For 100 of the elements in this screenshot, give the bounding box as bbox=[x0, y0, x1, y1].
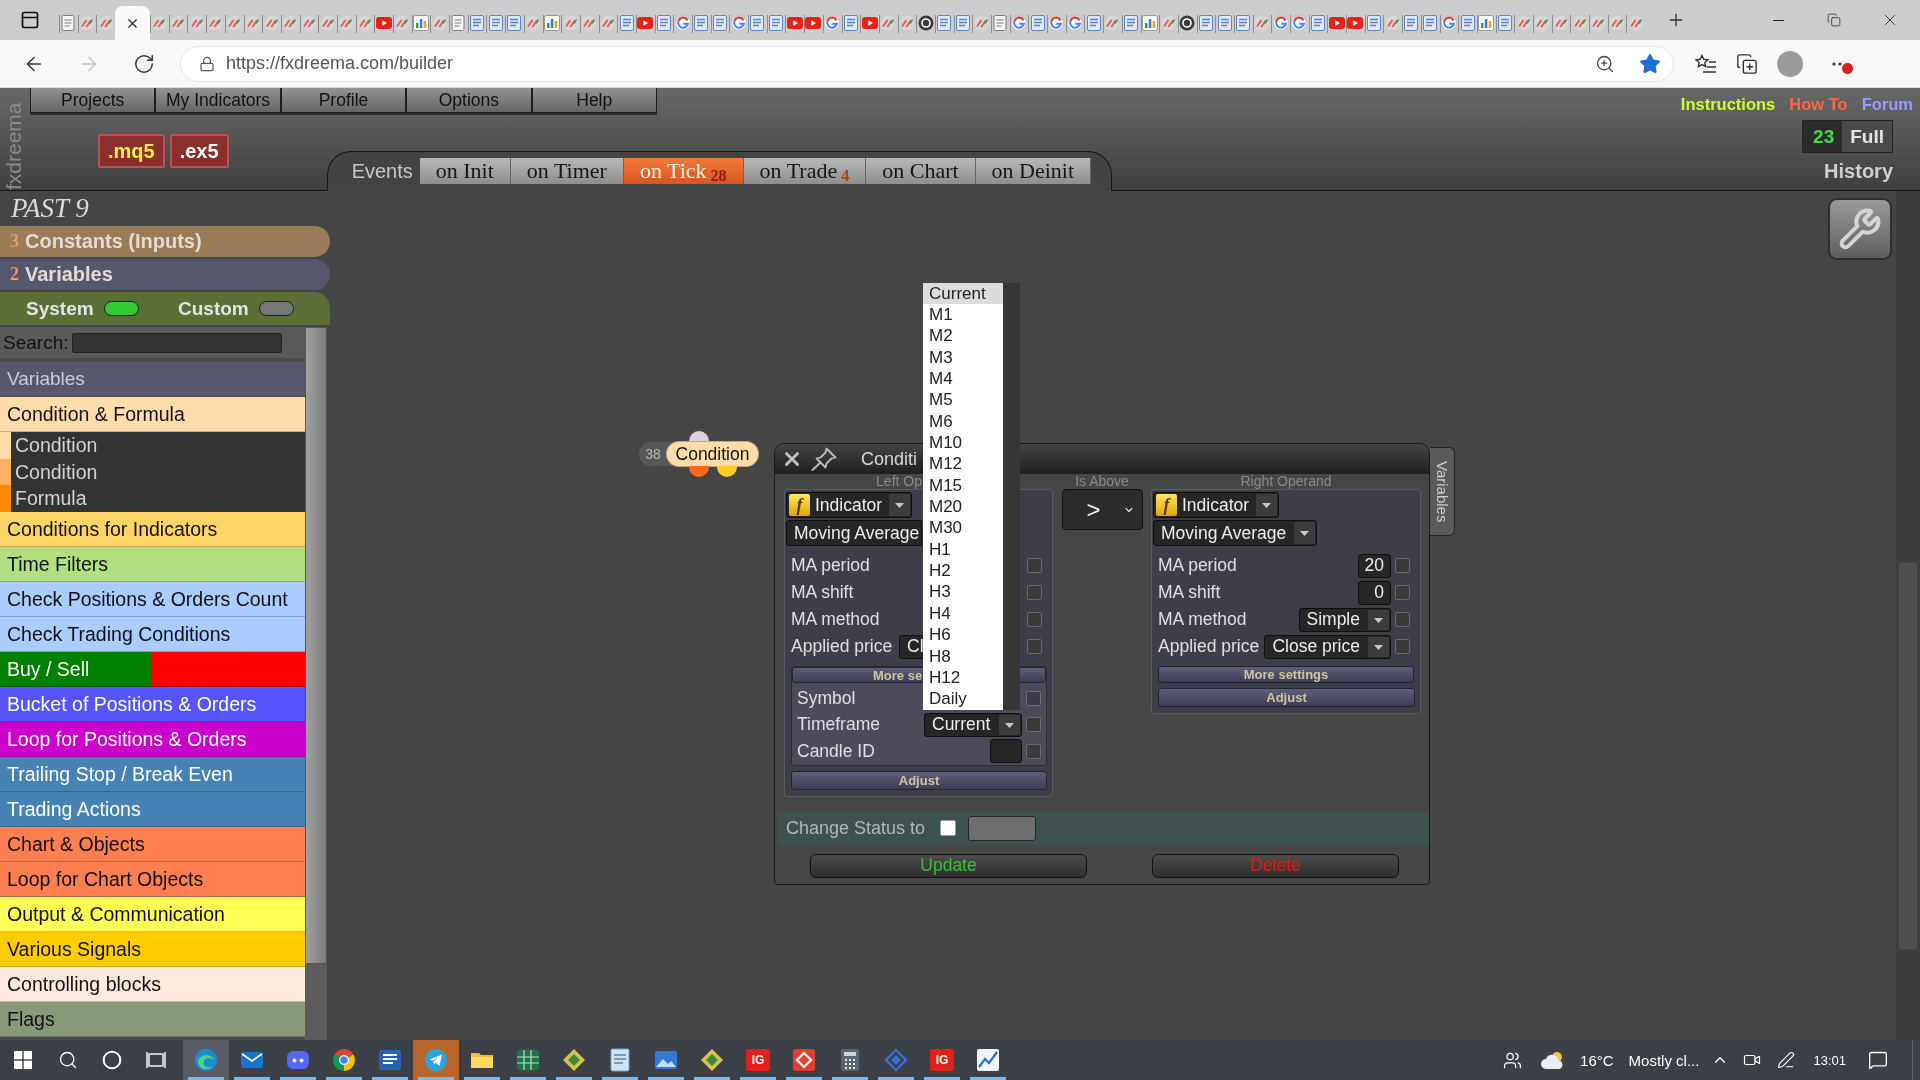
adjust-button[interactable]: Adjust bbox=[791, 770, 1047, 790]
subcategory-item[interactable]: Condition bbox=[0, 432, 305, 459]
menu-button[interactable]: Help bbox=[531, 88, 657, 113]
export-button[interactable]: .ex5 bbox=[169, 134, 229, 168]
timeframe-select[interactable]: Current bbox=[924, 712, 1022, 737]
menu-button[interactable]: Profile bbox=[280, 88, 407, 113]
striped-circle-icon bbox=[170, 15, 187, 31]
category-item[interactable]: Time Filters bbox=[0, 547, 305, 583]
caret-icon[interactable] bbox=[1367, 608, 1390, 631]
chart-icon bbox=[1141, 15, 1158, 31]
checkbox[interactable] bbox=[1395, 558, 1410, 573]
star-icon[interactable] bbox=[1639, 52, 1661, 75]
checkbox[interactable] bbox=[1027, 585, 1042, 600]
category-item[interactable]: Chart & Objects bbox=[0, 827, 305, 863]
category-item[interactable]: Conditions for Indicators bbox=[0, 512, 305, 548]
event-tab[interactable]: on Timer bbox=[510, 158, 624, 184]
pin-button[interactable] bbox=[811, 447, 837, 471]
category-item[interactable]: Trailing Stop / Break Even bbox=[0, 757, 305, 793]
category-item[interactable]: Buy / Sell bbox=[0, 652, 305, 688]
ring-icon bbox=[674, 15, 691, 31]
checkbox[interactable] bbox=[940, 820, 956, 836]
profile-button[interactable] bbox=[1777, 50, 1803, 77]
status-field[interactable] bbox=[968, 815, 1036, 841]
event-tab[interactable]: on Chart bbox=[866, 158, 976, 184]
subcategory-item[interactable]: Condition bbox=[0, 458, 305, 486]
checkbox[interactable] bbox=[1026, 743, 1041, 759]
favorites-button[interactable] bbox=[1695, 53, 1717, 74]
checkbox[interactable] bbox=[1395, 639, 1410, 654]
checkbox[interactable] bbox=[1027, 639, 1042, 654]
full-button[interactable]: Full bbox=[1842, 121, 1892, 152]
menu-button[interactable]: Options bbox=[406, 88, 532, 113]
param-field[interactable]: 0 bbox=[1358, 580, 1391, 605]
category-item[interactable]: Various Signals bbox=[0, 932, 305, 968]
param-field[interactable] bbox=[990, 739, 1022, 764]
category-item[interactable]: Controlling blocks bbox=[0, 967, 305, 1003]
menu-button[interactable]: My Indicators bbox=[155, 88, 281, 113]
caret-icon[interactable] bbox=[1293, 521, 1317, 545]
update-button[interactable]: Update bbox=[810, 853, 1087, 878]
chart-icon bbox=[543, 15, 560, 31]
striped-circle-icon bbox=[973, 15, 990, 31]
address-bar[interactable]: https://fxdreema.com/builder bbox=[180, 45, 1674, 82]
striped-circle-icon bbox=[525, 15, 542, 31]
menu-button[interactable]: Projects bbox=[30, 88, 156, 113]
param-field[interactable]: 20 bbox=[1357, 553, 1391, 578]
collections-button[interactable] bbox=[1736, 52, 1758, 75]
checkbox[interactable] bbox=[1027, 558, 1042, 573]
zoom-icon[interactable] bbox=[1595, 53, 1615, 74]
gem-icon bbox=[884, 1048, 908, 1072]
checkbox[interactable] bbox=[1395, 612, 1410, 627]
category-item[interactable]: Condition & Formula bbox=[0, 397, 305, 432]
category-item[interactable]: Output & Communication bbox=[0, 897, 305, 933]
taskbar-app[interactable]: IG bbox=[919, 1040, 965, 1080]
source-select[interactable]: f Indicator bbox=[1153, 492, 1280, 518]
category-item[interactable]: Trading Actions bbox=[0, 792, 305, 828]
caret-icon[interactable] bbox=[998, 713, 1021, 736]
toggle-switch[interactable] bbox=[103, 301, 139, 316]
history-link[interactable]: History bbox=[1824, 160, 1893, 183]
search-field[interactable] bbox=[72, 332, 283, 353]
search-label: Search: bbox=[3, 331, 69, 354]
param-select[interactable]: Close price bbox=[1264, 634, 1391, 659]
side-tab[interactable]: Variables bbox=[1430, 447, 1455, 536]
document-icon bbox=[1029, 15, 1046, 31]
category-item[interactable]: Flags bbox=[0, 1002, 305, 1038]
block-node[interactable]: 38 Condition bbox=[639, 442, 758, 466]
ring-icon bbox=[1272, 15, 1289, 31]
more-settings-button[interactable]: More settings bbox=[1158, 666, 1414, 683]
adjust-button[interactable]: Adjust bbox=[1158, 688, 1415, 707]
section-bar[interactable]: 2 Variables bbox=[0, 259, 330, 290]
category-item[interactable]: Check Positions & Orders Count bbox=[0, 582, 305, 618]
search-icon bbox=[57, 1050, 78, 1070]
event-tab[interactable]: on Init bbox=[419, 158, 511, 184]
indicator-select[interactable]: Moving Average bbox=[1153, 520, 1318, 546]
striped-circle-icon bbox=[1552, 15, 1569, 31]
document-icon bbox=[954, 15, 971, 31]
checkbox[interactable] bbox=[1026, 717, 1041, 733]
checkbox[interactable] bbox=[1027, 612, 1042, 627]
event-tab[interactable]: on Deinit bbox=[975, 158, 1092, 184]
menu-option[interactable]: Current bbox=[923, 283, 1003, 305]
operator-select[interactable]: > bbox=[1061, 489, 1143, 530]
toggle-switch[interactable] bbox=[258, 301, 294, 316]
header-link[interactable]: Instructions bbox=[1680, 95, 1776, 114]
source-select[interactable]: f Indicator bbox=[786, 492, 913, 518]
taskbar-app[interactable]: IG bbox=[735, 1040, 781, 1080]
param-select[interactable]: Simple bbox=[1298, 607, 1391, 632]
tool-button[interactable] bbox=[1828, 198, 1892, 260]
category-item[interactable]: Loop for Positions & Orders bbox=[0, 722, 305, 758]
indicator-select[interactable]: Moving Average bbox=[786, 520, 923, 546]
export-button[interactable]: .mq5 bbox=[98, 134, 165, 168]
param-label: Applied price bbox=[791, 636, 894, 657]
category-item[interactable]: Loop for Chart Objects bbox=[0, 862, 305, 898]
caret-icon[interactable] bbox=[1367, 635, 1390, 658]
striped-circle-icon bbox=[244, 15, 261, 31]
category-item[interactable]: Check Trading Conditions bbox=[0, 617, 305, 653]
document-icon bbox=[1422, 15, 1439, 31]
document-icon bbox=[487, 15, 504, 31]
caret-icon[interactable] bbox=[888, 493, 912, 517]
caret-icon[interactable] bbox=[1255, 493, 1279, 517]
checkbox[interactable] bbox=[1395, 585, 1410, 600]
category-item[interactable]: Bucket of Positions & Orders bbox=[0, 687, 305, 723]
subcategory-item[interactable]: Formula bbox=[0, 485, 305, 513]
